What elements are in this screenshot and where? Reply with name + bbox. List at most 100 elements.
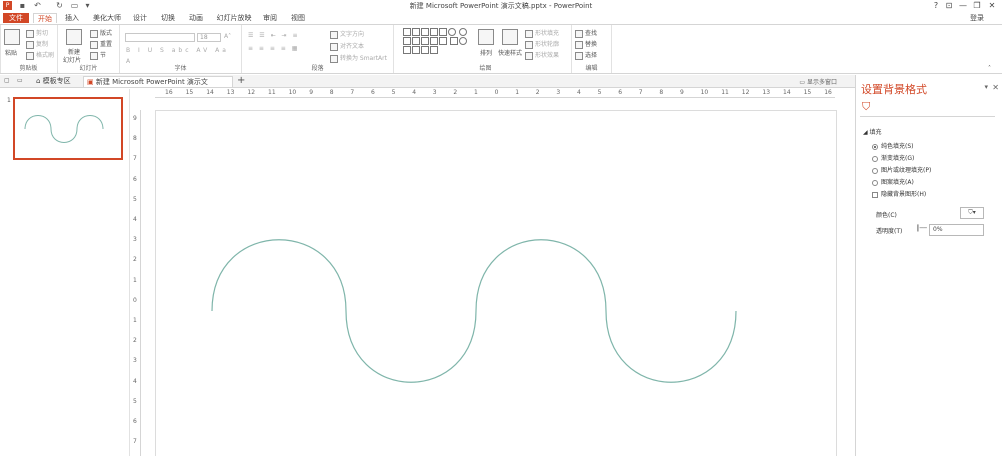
- ribbon-display-options-button[interactable]: ⊡: [943, 0, 955, 11]
- line-shape-icon[interactable]: [421, 28, 429, 36]
- list-buttons[interactable]: ☰ ☰ ⇤ ⇥ ≡: [248, 32, 299, 39]
- elbow-shape-icon[interactable]: [439, 28, 447, 36]
- doc-tab-template[interactable]: ⌂ 模板专区: [33, 76, 81, 87]
- hide-background-option[interactable]: 隐藏背景图形(H): [872, 189, 926, 198]
- font-size-combo[interactable]: 18: [197, 33, 221, 42]
- more-shapes-icon[interactable]: [430, 46, 438, 54]
- solid-fill-radio[interactable]: [872, 143, 878, 150]
- pattern-fill-option[interactable]: 图案填充(A): [872, 177, 914, 186]
- tab-review[interactable]: 审阅: [260, 13, 280, 23]
- format-painter-button[interactable]: 格式刷: [26, 50, 54, 60]
- triangle-shape-icon[interactable]: [412, 37, 420, 45]
- shape-outline-label: 形状轮廓: [535, 41, 560, 48]
- tab-animations[interactable]: 动画: [186, 13, 206, 23]
- new-slide-button[interactable]: [66, 29, 84, 45]
- pattern-fill-radio[interactable]: [872, 179, 878, 186]
- bracket-shape-icon[interactable]: [439, 37, 447, 45]
- freeform-shape-icon[interactable]: [421, 46, 429, 54]
- slide-canvas[interactable]: [155, 110, 837, 456]
- arrow-shape-icon[interactable]: [430, 28, 438, 36]
- select-button[interactable]: 选择: [575, 50, 597, 60]
- multi-window-toggle[interactable]: ▭ 显示多窗口: [799, 77, 837, 86]
- minimize-button[interactable]: —: [957, 0, 969, 11]
- circle-shape-icon[interactable]: [458, 28, 467, 36]
- tab-insert[interactable]: 插入: [62, 13, 82, 23]
- brace-shape-icon[interactable]: [449, 37, 458, 45]
- align-buttons[interactable]: ≡ ≡ ≡ ≡ ▦: [248, 45, 299, 52]
- brush-icon: [26, 51, 34, 60]
- smartart-button[interactable]: 转换为 SmartArt: [330, 53, 387, 63]
- ruler-tick-label: 0: [494, 89, 499, 96]
- rectangle-shape-icon[interactable]: [403, 28, 411, 36]
- oval-shape-icon[interactable]: [448, 28, 456, 36]
- connector-shape-icon[interactable]: [430, 37, 438, 45]
- pane-close-button[interactable]: ✕: [992, 83, 999, 92]
- ruler-tick-label: 10: [288, 89, 297, 96]
- tab-slideshow[interactable]: 幻灯片放映: [214, 13, 254, 23]
- font-name-combo[interactable]: [125, 33, 195, 42]
- find-button[interactable]: 查找: [575, 28, 597, 38]
- paste-button[interactable]: [4, 29, 22, 45]
- arc-shape-icon[interactable]: [458, 37, 467, 45]
- editing-group-label: 编辑: [585, 65, 598, 72]
- grow-font-icon[interactable]: A˄: [224, 33, 231, 40]
- replace-button[interactable]: 替换: [575, 39, 597, 49]
- text-direction-icon: [330, 30, 338, 39]
- open-folder-icon[interactable]: ▭: [17, 77, 23, 84]
- shape-effects-button[interactable]: 形状效果: [525, 50, 559, 60]
- new-doc-icon[interactable]: ▢: [4, 77, 10, 84]
- layout-button[interactable]: 版式: [90, 28, 112, 38]
- horizontal-ruler[interactable]: 16 15 14 13 12 11 10 9 8 7 6 5 4 3 2 1 0 1 2 3 4 5 6 7 8 9 10 11 12 1…: [155, 89, 835, 98]
- tab-design[interactable]: 设计: [130, 13, 150, 23]
- star-shape-icon[interactable]: [403, 46, 411, 54]
- textbox-shape-icon[interactable]: [412, 28, 420, 36]
- tab-beautify-master[interactable]: 美化大师: [90, 13, 124, 23]
- gradient-fill-radio[interactable]: [872, 155, 878, 162]
- section-button[interactable]: 节: [90, 50, 106, 60]
- quick-styles-button[interactable]: [502, 29, 520, 45]
- slide-editing-area[interactable]: [142, 99, 854, 456]
- doc-tab-current[interactable]: ▣ 新建 Microsoft PowerPoint 演示文稿.pptx×: [83, 76, 233, 97]
- arrange-button[interactable]: [478, 29, 496, 45]
- ruler-tick-label: 14: [783, 89, 791, 96]
- hide-background-checkbox[interactable]: [872, 191, 878, 198]
- slide-thumbnail[interactable]: [13, 97, 123, 160]
- help-button[interactable]: ?: [930, 0, 942, 11]
- copy-button[interactable]: 复制: [26, 39, 48, 49]
- pane-options-dropdown[interactable]: ▾: [984, 83, 988, 91]
- restore-button[interactable]: ❐: [971, 0, 983, 11]
- slide-thumbnail-pane[interactable]: 1: [0, 89, 130, 456]
- curve-shape-icon[interactable]: [412, 46, 420, 54]
- transparency-input[interactable]: 0%: [929, 224, 984, 236]
- tab-transitions[interactable]: 切换: [158, 13, 178, 23]
- cut-button[interactable]: 剪切: [26, 28, 48, 38]
- clipboard-group: 粘贴 剪切 复制 格式刷 剪贴板: [0, 25, 58, 73]
- rounded-rect-shape-icon[interactable]: [403, 37, 411, 45]
- font-format-buttons[interactable]: B I U S abc AV Aa: [126, 47, 229, 54]
- wave-curve-shape[interactable]: [156, 111, 836, 456]
- collapse-ribbon-icon[interactable]: ˄: [988, 65, 991, 72]
- shape-outline-button[interactable]: 形状轮廓: [525, 39, 559, 49]
- fill-section-header[interactable]: ◢ 填充: [863, 127, 882, 136]
- ruler-tick-label: 1: [515, 89, 520, 96]
- gradient-fill-option[interactable]: 渐变填充(G): [872, 153, 914, 162]
- add-tab-button[interactable]: +: [237, 75, 245, 86]
- tab-home[interactable]: 开始: [33, 13, 57, 23]
- right-triangle-shape-icon[interactable]: [421, 37, 429, 45]
- picture-fill-radio[interactable]: [872, 167, 878, 174]
- shape-fill-button[interactable]: 形状填充: [525, 28, 559, 38]
- fill-bucket-icon[interactable]: ⛉: [862, 100, 870, 114]
- tab-view[interactable]: 视图: [288, 13, 308, 23]
- color-picker-button[interactable]: ⛉▾: [960, 207, 984, 219]
- picture-fill-option[interactable]: 图片或纹理填充(P): [872, 165, 931, 174]
- tab-file[interactable]: 文件: [3, 13, 29, 23]
- transparency-slider[interactable]: ┃──: [916, 225, 927, 232]
- reset-button[interactable]: 重置: [90, 39, 112, 49]
- align-text-button[interactable]: 对齐文本: [330, 41, 364, 51]
- close-button[interactable]: ✕: [986, 0, 998, 11]
- text-direction-button[interactable]: 文字方向: [330, 29, 364, 39]
- shapes-gallery[interactable]: [403, 28, 473, 55]
- vertical-ruler[interactable]: 9 8 7 6 5 4 3 2 1 0 1 2 3 4 5 6 7: [132, 110, 141, 456]
- solid-fill-option[interactable]: 纯色填充(S): [872, 141, 914, 150]
- sign-in-link[interactable]: 登录: [970, 13, 984, 23]
